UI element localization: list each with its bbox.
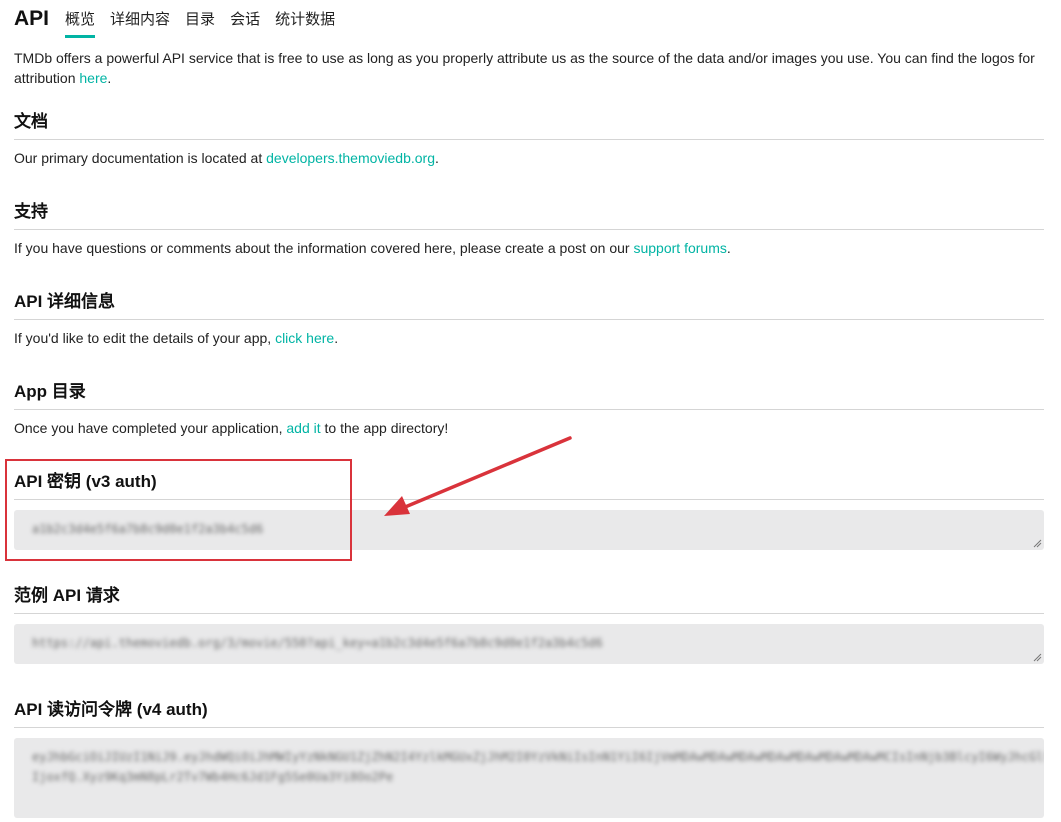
directory-text-lead: Once you have completed your application…	[14, 420, 287, 436]
tab-directory[interactable]: 目录	[185, 4, 215, 36]
intro-end: .	[107, 70, 112, 86]
read-token-heading: API 读访问令牌 (v4 auth)	[14, 698, 1044, 722]
divider	[14, 613, 1044, 614]
docs-link[interactable]: developers.themoviedb.org	[266, 150, 435, 166]
edit-details-link[interactable]: click here	[275, 330, 334, 346]
read-token-field[interactable]: eyJhbGciOiJIUzI1NiJ9.eyJhdWQiOiJhMWIyYzN…	[14, 738, 1044, 818]
docs-text-end: .	[435, 150, 439, 166]
support-text: If you have questions or comments about …	[14, 238, 1044, 258]
resize-handle-icon[interactable]	[1032, 538, 1042, 548]
divider	[14, 229, 1044, 230]
divider	[14, 727, 1044, 728]
top-nav: API 概览 详细内容 目录 会话 统计数据	[14, 4, 350, 38]
red-arrow-icon	[384, 436, 572, 516]
section-docs: 文档 Our primary documentation is located …	[14, 110, 1044, 168]
read-token-line-1: eyJhbGciOiJIUzI1NiJ9.eyJhdWQiOiJhMWIyYzN…	[32, 750, 1044, 764]
divider	[14, 139, 1044, 140]
example-request-field[interactable]: https://api.themoviedb.org/3/movie/550?a…	[14, 624, 1044, 664]
app-directory-heading: App 目录	[14, 382, 86, 401]
read-token-line-2: IjoxfQ.Xyz9Kq3mN8pLr2Tv7Wb4Hc6Jd1Fg5Se0U…	[32, 770, 394, 784]
support-forums-link[interactable]: support forums	[633, 240, 726, 256]
support-text-end: .	[726, 240, 731, 256]
api-details-heading: API 详细信息	[14, 292, 116, 311]
section-api-details: API 详细信息 If you'd like to edit the detai…	[14, 290, 1044, 348]
section-support: 支持 If you have questions or comments abo…	[14, 200, 1044, 258]
intro-paragraph: TMDb offers a powerful API service that …	[14, 48, 1050, 88]
example-request-heading: 范例 API 请求	[14, 586, 120, 605]
divider	[14, 319, 1044, 320]
section-example-request: 范例 API 请求 https://api.themoviedb.org/3/m…	[14, 584, 1044, 664]
support-text-lead: If you have questions or comments about …	[14, 240, 634, 256]
read-token-version: (v4 auth)	[136, 700, 208, 719]
docs-text: Our primary documentation is located at …	[14, 148, 1044, 168]
intro-text: TMDb offers a powerful API service that …	[14, 50, 1035, 86]
section-app-directory: App 目录 Once you have completed your appl…	[14, 380, 1044, 438]
tab-stats[interactable]: 统计数据	[275, 4, 335, 36]
add-app-link[interactable]: add it	[286, 420, 320, 436]
details-text-end: .	[334, 330, 339, 346]
docs-heading: 文档	[14, 112, 48, 131]
example-request-value: https://api.themoviedb.org/3/movie/550?a…	[32, 636, 603, 650]
api-details-text: If you'd like to edit the details of you…	[14, 328, 1044, 348]
tab-sessions[interactable]: 会话	[230, 4, 260, 36]
tab-overview[interactable]: 概览	[65, 4, 96, 38]
support-heading: 支持	[14, 202, 48, 221]
resize-handle-icon[interactable]	[1032, 652, 1042, 662]
docs-text-lead: Our primary documentation is located at	[14, 150, 267, 166]
divider	[14, 409, 1044, 410]
page-title: API	[14, 7, 50, 30]
section-read-token: API 读访问令牌 (v4 auth) eyJhbGciOiJIUzI1NiJ9…	[14, 698, 1044, 818]
api-key-highlight-box	[5, 459, 352, 561]
details-text-lead: If you'd like to edit the details of you…	[14, 330, 276, 346]
tab-details[interactable]: 详细内容	[110, 4, 170, 36]
read-token-title: API 读访问令牌	[14, 700, 133, 719]
attribution-logos-link[interactable]: here	[79, 70, 107, 86]
